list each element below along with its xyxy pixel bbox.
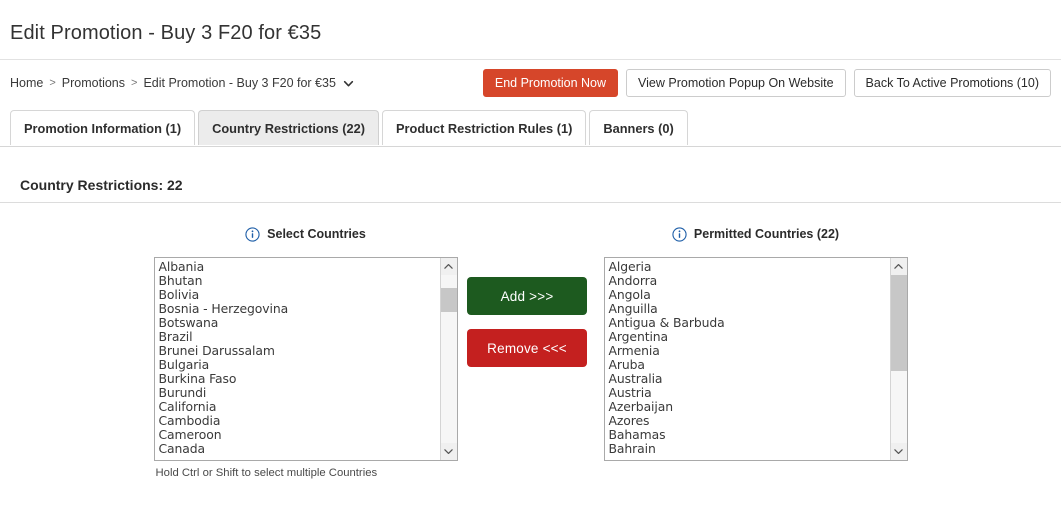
list-item[interactable]: Canada	[159, 442, 440, 456]
scrollbar-track[interactable]	[440, 275, 457, 443]
country-transfer-widget: Select Countries Albania Bhutan Bolivia …	[0, 225, 1061, 479]
list-item[interactable]: Bosnia - Herzegovina	[159, 302, 440, 316]
select-countries-listbox[interactable]: Albania Bhutan Bolivia Bosnia - Herzegov…	[153, 257, 458, 461]
list-item[interactable]: Algeria	[609, 260, 890, 274]
list-item[interactable]: Bhutan	[159, 274, 440, 288]
list-item[interactable]: Angola	[609, 288, 890, 302]
list-item[interactable]: Bolivia	[159, 288, 440, 302]
tab-bar: Promotion Information (1) Country Restri…	[0, 109, 1061, 147]
tab-country-restrictions[interactable]: Country Restrictions (22)	[198, 110, 379, 145]
breadcrumb-separator: >	[131, 77, 138, 89]
breadcrumb-item-current: Edit Promotion - Buy 3 F20 for €35	[143, 76, 336, 90]
multi-select-hint: Hold Ctrl or Shift to select multiple Co…	[155, 467, 378, 479]
select-countries-scrollbar[interactable]	[439, 258, 457, 460]
select-countries-options[interactable]: Albania Bhutan Bolivia Bosnia - Herzegov…	[155, 258, 440, 460]
list-item[interactable]: Armenia	[609, 344, 890, 358]
scrollbar-thumb[interactable]	[440, 288, 457, 312]
list-item[interactable]: Andorra	[609, 274, 890, 288]
list-item[interactable]: Anguilla	[609, 302, 890, 316]
permitted-countries-label-row: Permitted Countries (22)	[604, 225, 908, 243]
permitted-countries-scrollbar[interactable]	[889, 258, 907, 460]
list-item[interactable]: Brazil	[159, 330, 440, 344]
header-actions: End Promotion Now View Promotion Popup O…	[482, 68, 1051, 98]
list-item[interactable]: Aruba	[609, 358, 890, 372]
add-countries-button[interactable]: Add >>>	[467, 277, 587, 315]
select-countries-label-row: Select Countries	[154, 225, 458, 243]
info-circle-icon[interactable]	[672, 226, 687, 242]
list-item[interactable]: Brunei Darussalam	[159, 344, 440, 358]
scrollbar-thumb[interactable]	[890, 275, 907, 371]
list-item[interactable]: Cameroon	[159, 428, 440, 442]
view-promotion-popup-button[interactable]: View Promotion Popup On Website	[626, 68, 846, 98]
permitted-countries-label: Permitted Countries (22)	[693, 227, 840, 241]
tab-banners[interactable]: Banners (0)	[589, 110, 688, 145]
end-promotion-button[interactable]: End Promotion Now	[482, 68, 619, 98]
info-circle-icon[interactable]	[245, 226, 260, 242]
breadcrumb: Home > Promotions > Edit Promotion - Buy…	[10, 76, 354, 90]
transfer-buttons: Add >>> Remove <<<	[467, 277, 587, 367]
permitted-countries-listbox[interactable]: Algeria Andorra Angola Anguilla Antigua …	[603, 257, 908, 461]
list-item[interactable]: Cambodia	[159, 414, 440, 428]
select-countries-label: Select Countries	[267, 227, 366, 241]
back-to-active-promotions-button[interactable]: Back To Active Promotions (10)	[853, 68, 1051, 98]
scroll-down-icon[interactable]	[890, 443, 907, 460]
breadcrumb-separator: >	[49, 77, 56, 89]
list-item[interactable]: Azerbaijan	[609, 400, 890, 414]
list-item[interactable]: Botswana	[159, 316, 440, 330]
permitted-countries-options[interactable]: Algeria Andorra Angola Anguilla Antigua …	[605, 258, 890, 460]
list-item[interactable]: Bahamas	[609, 428, 890, 442]
breadcrumb-action-row: Home > Promotions > Edit Promotion - Buy…	[0, 60, 1061, 98]
list-item[interactable]: California	[159, 400, 440, 414]
tab-bar-divider	[0, 146, 1061, 147]
scrollbar-track[interactable]	[890, 275, 907, 443]
list-item[interactable]: Burundi	[159, 386, 440, 400]
chevron-down-icon[interactable]	[343, 78, 354, 89]
list-item[interactable]: Bahrain	[609, 442, 890, 456]
section-heading: Country Restrictions: 22	[20, 177, 183, 193]
tab-promotion-information[interactable]: Promotion Information (1)	[10, 110, 196, 145]
list-item[interactable]: Albania	[159, 260, 440, 274]
select-countries-panel: Select Countries Albania Bhutan Bolivia …	[153, 225, 458, 479]
scroll-up-icon[interactable]	[440, 258, 457, 275]
scroll-up-icon[interactable]	[890, 258, 907, 275]
list-item[interactable]: Azores	[609, 414, 890, 428]
page-title: Edit Promotion - Buy 3 F20 for €35	[10, 22, 322, 44]
list-item[interactable]: Argentina	[609, 330, 890, 344]
list-item[interactable]: Australia	[609, 372, 890, 386]
scroll-down-icon[interactable]	[440, 443, 457, 460]
section-divider	[0, 202, 1061, 203]
list-item[interactable]: Antigua & Barbuda	[609, 316, 890, 330]
list-item[interactable]: Burkina Faso	[159, 372, 440, 386]
tab-product-restriction-rules[interactable]: Product Restriction Rules (1)	[382, 110, 587, 145]
list-item[interactable]: Bulgaria	[159, 358, 440, 372]
breadcrumb-item-home[interactable]: Home	[10, 76, 43, 90]
list-item[interactable]: Austria	[609, 386, 890, 400]
permitted-countries-panel: Permitted Countries (22) Algeria Andorra…	[603, 225, 908, 461]
breadcrumb-item-promotions[interactable]: Promotions	[62, 76, 125, 90]
remove-countries-button[interactable]: Remove <<<	[467, 329, 587, 367]
